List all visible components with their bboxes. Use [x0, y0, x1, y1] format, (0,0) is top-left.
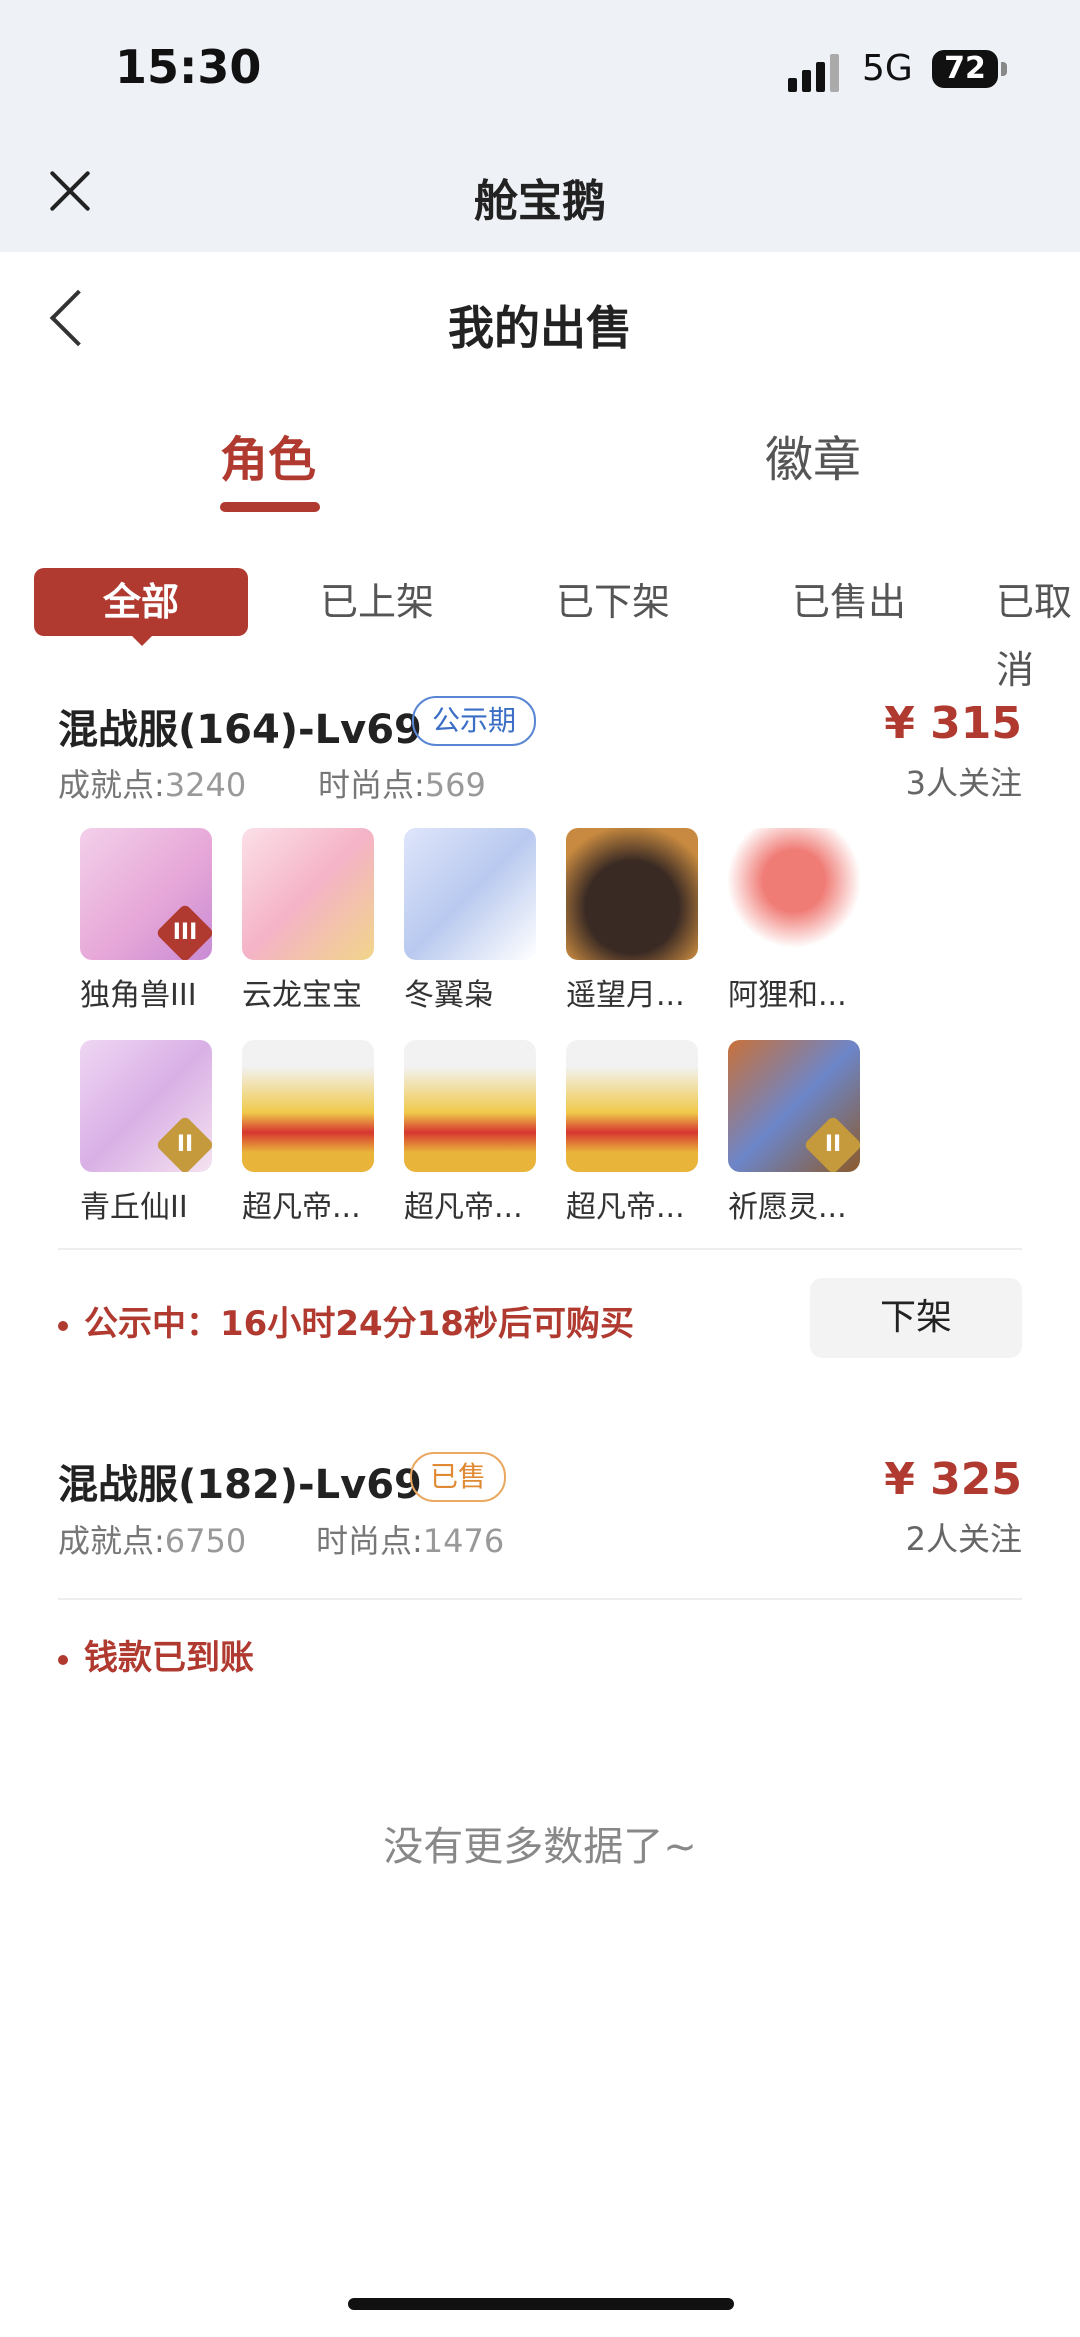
tier-badge: III: [155, 903, 212, 960]
status-badge: 已售: [410, 1452, 507, 1502]
status-time: 15:30: [115, 40, 262, 94]
wish-bird-icon: II: [728, 1040, 860, 1172]
item-thumbnail[interactable]: II 祈愿灵...: [728, 1040, 868, 1226]
notice-text: 公示中：16小时24分18秒后可购买: [58, 1296, 634, 1345]
unicorn-icon: III: [80, 828, 212, 960]
fox-fairy-icon: II: [80, 1040, 212, 1172]
battery-icon: 72: [932, 50, 998, 88]
listing-price: ¥ 325: [884, 1454, 1022, 1505]
network-label: 5G: [862, 48, 913, 89]
ali-fox-icon: [728, 828, 860, 960]
filter-listed[interactable]: 已上架: [320, 568, 434, 636]
achievement-value: 3240: [164, 766, 247, 804]
filter-active-pointer: [128, 632, 156, 646]
fashion-label: 时尚点:: [316, 1522, 423, 1560]
achievement-stat: 成就点:6750: [58, 1516, 246, 1562]
item-thumbnail[interactable]: 超凡帝...: [404, 1040, 544, 1226]
divider: [58, 1248, 1022, 1250]
filter-sold[interactable]: 已售出: [792, 568, 906, 636]
signal-icon: [788, 52, 844, 92]
bullet-icon: [58, 1654, 68, 1665]
item-thumbnail[interactable]: III 独角兽III: [80, 828, 220, 1014]
battery-tip: [1001, 62, 1007, 76]
item-thumbnail[interactable]: 冬翼枭: [404, 828, 544, 1014]
cloud-dragon-icon: [242, 828, 374, 960]
followers-count: 3人关注: [905, 764, 1022, 802]
no-more-data: 没有更多数据了~: [383, 1824, 697, 1870]
item-label: 云龙宝宝: [242, 978, 362, 1013]
item-thumbnail[interactable]: 阿狸和...: [728, 828, 868, 1014]
followers-count: 2人关注: [905, 1520, 1022, 1558]
golden-armor-icon: [566, 1040, 698, 1172]
tab-badge[interactable]: 徽章: [765, 420, 861, 490]
tab-active-indicator: [220, 502, 320, 512]
listing-title[interactable]: 混战服(182)-Lv69: [58, 1452, 422, 1510]
tier-badge: II: [803, 1115, 860, 1172]
fashion-stat: 时尚点:569: [318, 760, 486, 806]
tab-role[interactable]: 角色: [220, 420, 316, 490]
home-indicator: [348, 2298, 734, 2310]
item-thumbnail[interactable]: 超凡帝...: [242, 1040, 382, 1226]
winter-owl-icon: [404, 828, 536, 960]
fashion-stat: 时尚点:1476: [316, 1516, 504, 1562]
item-label: 独角兽III: [80, 978, 197, 1013]
item-thumbnail[interactable]: 超凡帝...: [566, 1040, 706, 1226]
divider: [58, 1598, 1022, 1600]
filter-all[interactable]: 全部: [34, 568, 248, 636]
achievement-stat: 成就点:3240: [58, 760, 246, 806]
listing-title[interactable]: 混战服(164)-Lv69: [58, 697, 422, 755]
filter-delisted[interactable]: 已下架: [556, 568, 670, 636]
filter-cancelled[interactable]: 已取消: [996, 568, 1080, 692]
fashion-label: 时尚点:: [318, 766, 425, 804]
page-title: 我的出售: [448, 301, 632, 355]
item-thumbnail[interactable]: 云龙宝宝: [242, 828, 382, 1014]
item-label: 超凡帝...: [404, 1190, 523, 1225]
achievement-value: 6750: [164, 1522, 247, 1560]
golden-armor-icon: [242, 1040, 374, 1172]
listing-price: ¥ 315: [884, 698, 1022, 749]
unlist-button[interactable]: 下架: [810, 1278, 1022, 1358]
tier-badge: II: [155, 1115, 212, 1172]
item-thumbnail[interactable]: 遥望月...: [566, 828, 706, 1014]
status-badge: 公示期: [412, 696, 537, 746]
item-label: 遥望月...: [566, 978, 685, 1013]
fashion-value: 1476: [422, 1522, 505, 1560]
item-label: 阿狸和...: [728, 978, 847, 1013]
item-label: 祈愿灵...: [728, 1190, 847, 1225]
bullet-icon: [58, 1320, 68, 1331]
golden-armor-icon: [404, 1040, 536, 1172]
item-thumbnail[interactable]: II 青丘仙II: [80, 1040, 220, 1226]
achievement-label: 成就点:: [58, 1522, 165, 1560]
fashion-value: 569: [424, 766, 486, 804]
achievement-label: 成就点:: [58, 766, 165, 804]
item-label: 超凡帝...: [242, 1190, 361, 1225]
item-label: 青丘仙II: [80, 1190, 188, 1225]
app-title: 舱宝鹅: [474, 176, 606, 227]
item-label: 冬翼枭: [404, 978, 494, 1013]
moon-pig-icon: [566, 828, 698, 960]
item-label: 超凡帝...: [566, 1190, 685, 1225]
notice-text: 钱款已到账: [58, 1630, 254, 1679]
